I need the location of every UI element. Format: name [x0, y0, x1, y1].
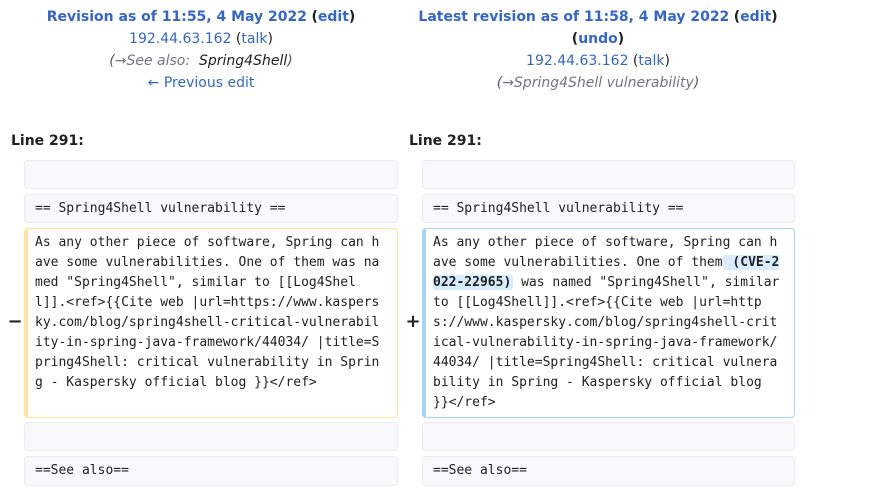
new-summary-section-link[interactable]: →Spring4Shell vulnerability — [502, 75, 694, 91]
new-revision-link[interactable]: Latest revision as of 11:58, 4 May 2022 — [418, 9, 729, 25]
new-edit-link[interactable]: edit — [740, 9, 771, 25]
added-line: As any other piece of software, Spring c… — [422, 228, 795, 418]
old-edit-summary: (→See also: Spring4Shell) — [109, 53, 293, 69]
old-revision-header: Revision as of 11:55, 4 May 2022 (edit) … — [0, 6, 402, 94]
undo-link[interactable]: undo — [578, 31, 618, 47]
old-context-empty-line — [24, 160, 398, 189]
old-user-ip-link[interactable]: 192.44.63.162 — [129, 31, 231, 47]
new-talk-link[interactable]: talk — [638, 53, 664, 69]
old-summary-section-link[interactable]: →See also: — [115, 53, 190, 69]
old-context-see-also: ==See also== — [24, 456, 398, 486]
old-context-heading: == Spring4Shell vulnerability == — [24, 194, 398, 223]
new-revision-header: Latest revision as of 11:58, 4 May 2022 … — [398, 6, 798, 94]
previous-edit-link[interactable]: ← Previous edit — [148, 75, 255, 91]
new-user-ip-link[interactable]: 192.44.63.162 — [526, 53, 628, 69]
new-context-heading: == Spring4Shell vulnerability == — [422, 194, 795, 223]
old-edit-link[interactable]: edit — [318, 9, 349, 25]
new-edit-summary: (→Spring4Shell vulnerability) — [496, 75, 700, 91]
new-context-empty-line — [422, 160, 795, 189]
new-line-number: Line 291: — [409, 133, 482, 149]
new-context-see-also: ==See also== — [422, 456, 795, 486]
deleted-line: As any other piece of software, Spring c… — [24, 228, 398, 418]
added-line-marker: + — [405, 311, 421, 332]
old-talk-link[interactable]: talk — [241, 31, 267, 47]
old-context-empty-line-2 — [24, 422, 398, 451]
new-context-empty-line-2 — [422, 422, 795, 451]
deleted-line-marker: − — [7, 311, 23, 332]
old-line-number: Line 291: — [11, 133, 84, 149]
old-revision-link[interactable]: Revision as of 11:55, 4 May 2022 — [47, 9, 307, 25]
